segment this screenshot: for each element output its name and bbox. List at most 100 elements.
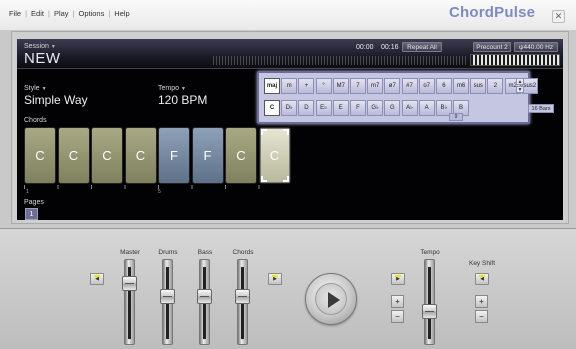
chord-name: C [269, 148, 280, 163]
key-shift-plus-button[interactable]: + [475, 295, 488, 308]
menu-play[interactable]: Play [51, 9, 72, 18]
tempo-fader-knob[interactable] [422, 303, 437, 319]
chord-block[interactable]: C [225, 127, 257, 184]
chord-quality-button[interactable]: #7 [401, 78, 418, 94]
tempo-label-text: Tempo [158, 85, 180, 92]
chord-root-button[interactable]: A♭ [401, 100, 418, 116]
tempo-minus-button[interactable]: − [391, 310, 404, 323]
scroll-down-button[interactable]: ▼ [516, 86, 524, 93]
led-indicator [94, 275, 100, 277]
beat-marker: 1 [26, 189, 29, 195]
chord-quality-button[interactable]: sus [470, 78, 487, 94]
chord-quality-button[interactable]: 6 [435, 78, 452, 94]
led-indicator [479, 275, 485, 277]
chord-root-button[interactable]: G♭ [367, 100, 384, 116]
chord-root-button[interactable]: A [418, 100, 435, 116]
chord-quality-button[interactable]: m6 [453, 78, 470, 94]
precount-button[interactable]: Precount 2 [473, 42, 511, 52]
picker-badge: 9 [449, 113, 463, 121]
chord-name: F [203, 148, 212, 163]
style-label[interactable]: Style ▼ [24, 85, 47, 92]
drums-fader[interactable] [160, 259, 175, 345]
chords-fader-knob[interactable] [235, 289, 250, 305]
chord-block[interactable]: C [258, 127, 291, 184]
chord-root-button[interactable]: D♭ [281, 100, 298, 116]
chord-quality-button[interactable]: + [298, 78, 315, 94]
chord-quality-button[interactable]: maj [264, 78, 280, 94]
chord-block[interactable]: C [91, 127, 123, 184]
bars-label[interactable]: 16 Bars [528, 104, 554, 113]
master-fader-knob[interactable] [122, 275, 137, 291]
chord-quality-button[interactable]: o7 [418, 78, 435, 94]
chord-name: C [236, 148, 246, 163]
drums-fader-knob[interactable] [160, 289, 175, 305]
page-button-1[interactable]: 1 [25, 208, 38, 220]
chord-name: F [170, 148, 178, 163]
tuning-value: 440.00 Hz [523, 44, 554, 51]
chord-root-button[interactable]: C [264, 100, 280, 116]
play-button[interactable] [305, 273, 357, 325]
chord-root-button[interactable]: E [332, 100, 349, 116]
key-shift-minus-button[interactable]: − [475, 310, 488, 323]
chord-root-row: C D♭ D E♭ E F G♭ G A♭ A B♭ B [264, 100, 470, 116]
key-shift-toggle-button[interactable]: ◀ [475, 273, 489, 285]
chord-block[interactable]: F [191, 127, 224, 184]
session-label-text: Session [24, 43, 49, 50]
chord-root-button[interactable]: F [349, 100, 366, 116]
menu-file[interactable]: File [6, 9, 24, 18]
session-label[interactable]: Session ▼ [24, 43, 56, 50]
play-icon [328, 292, 340, 308]
menu-help[interactable]: Help [111, 9, 132, 18]
tempo-toggle-button[interactable]: ▶ [391, 273, 405, 285]
chord-block[interactable]: C [124, 127, 157, 184]
master-label: Master [120, 249, 140, 256]
menu-options[interactable]: Options [75, 9, 107, 18]
selection-corner [260, 176, 267, 182]
title-bar: File | Edit | Play | Options | Help ChordPul… [0, 0, 576, 30]
master-fader[interactable] [122, 259, 137, 345]
song-panel: Session ▼ NEW 00:00 00:16 Repeat All Prec… [17, 39, 563, 220]
chord-quality-button[interactable]: m [281, 78, 298, 94]
chord-block[interactable]: C [24, 127, 56, 184]
tempo-value[interactable]: 120 BPM [158, 93, 207, 107]
session-header: Session ▼ NEW 00:00 00:16 Repeat All Prec… [17, 39, 563, 69]
keyboard-strip[interactable] [470, 54, 560, 66]
bass-label: Bass [197, 249, 213, 256]
chord-quality-button[interactable]: M7 [332, 78, 349, 94]
bass-fader[interactable] [197, 259, 212, 345]
master-toggle-button[interactable]: ◀ [90, 273, 104, 285]
chord-block[interactable]: C [57, 127, 90, 184]
style-value[interactable]: Simple Way [24, 93, 88, 107]
tempo-label[interactable]: Tempo ▼ [158, 85, 186, 92]
chord-name: C [68, 148, 79, 163]
menu-edit[interactable]: Edit [28, 9, 47, 18]
time-current: 00:00 [356, 44, 374, 51]
chords-fader[interactable] [235, 259, 250, 345]
play-button-inner [315, 283, 347, 315]
tempo-plus-button[interactable]: + [391, 295, 404, 308]
chord-quality-button[interactable]: 2 [487, 78, 504, 94]
chord-root-button[interactable]: E♭ [315, 100, 332, 116]
chord-quality-button[interactable]: 7 [349, 78, 366, 94]
chord-quality-button[interactable]: ø7 [384, 78, 401, 94]
chords-mix-label: Chords [232, 249, 254, 256]
chord-block[interactable]: F [158, 127, 190, 184]
app-title: ChordPulse [449, 4, 536, 21]
chord-root-button[interactable]: G [384, 100, 401, 116]
chord-quality-button[interactable]: m7 [367, 78, 384, 94]
tempo-fader[interactable] [422, 259, 437, 345]
scroll-up-button[interactable]: ▲ [516, 78, 524, 85]
chord-root-button[interactable]: D [298, 100, 315, 116]
bass-fader-knob[interactable] [197, 289, 212, 305]
key-shift-label: Key Shift [468, 260, 495, 267]
selection-corner [282, 129, 289, 135]
mixer-panel: Master Drums Bass Chords Tempo Key Shift… [0, 228, 576, 349]
chord-name: C [102, 148, 112, 163]
tuning-button[interactable]: ψ440.00 Hz [514, 42, 558, 52]
repeat-all-button[interactable]: Repeat All [402, 42, 442, 52]
chord-quality-button[interactable]: sus2 [521, 78, 538, 94]
chord-quality-button[interactable]: ° [315, 78, 332, 94]
chords-toggle-button[interactable]: ▶ [268, 273, 282, 285]
time-total: 00:16 [381, 44, 399, 51]
close-button[interactable]: ✕ [552, 10, 565, 23]
